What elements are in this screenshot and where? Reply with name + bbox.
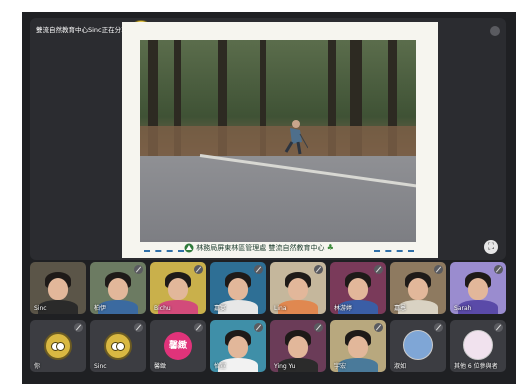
participant-name: Sinc [34,305,47,312]
person-figure [284,120,308,155]
owl-avatar [104,332,132,360]
participant-tile[interactable]: 馨緻 馨緻 [150,320,206,372]
mic-muted-icon [434,323,443,332]
slide-footer-text: 林務局屏東林區管理處 雙流自然教育中心 [196,244,325,252]
mic-muted-icon [434,265,443,274]
mic-muted-icon [374,265,383,274]
participant-tile[interactable]: Sinc [30,262,86,314]
forestry-logo-icon [184,243,194,253]
participant-tile[interactable]: 怡宣 [210,320,266,372]
participant-tile[interactable]: Ying Yu [270,320,326,372]
slide-footer-strip: 林務局屏東林區管理處 雙流自然教育中心 ♣ [122,242,438,258]
participant-tile-self[interactable]: 你 [30,320,86,372]
participant-tile[interactable]: Lina [270,262,326,314]
initials-avatar: 馨緻 [164,332,192,360]
fullscreen-icon[interactable]: ⛶ [484,240,498,254]
participant-name: 嘉恩 [394,305,407,312]
participant-name: 柏伊 [94,305,107,312]
owl-avatar [44,332,72,360]
mic-muted-icon [490,26,500,36]
participant-name: 馨緻 [154,363,167,370]
participant-tile[interactable]: 嘉恩 [390,262,446,314]
mic-muted-icon [134,265,143,274]
participant-name: Ying Yu [274,363,296,370]
participant-name: 林游婷 [334,305,353,312]
meeting-window: 雙流自然教育中心Sinc正在分享畫面 林務局屏東林區管理處 雙流自然教育中心 ♣… [22,12,516,384]
participant-name: 嘉宴 [214,305,227,312]
mic-muted-icon [254,323,263,332]
profile-avatar [403,330,433,360]
screenshot-frame: 雙流自然教育中心Sinc正在分享畫面 林務局屏東林區管理處 雙流自然教育中心 ♣… [0,0,518,389]
group-avatar [463,330,493,360]
shared-slide: 林務局屏東林區管理處 雙流自然教育中心 ♣ [122,22,438,258]
participant-name: Lina [274,305,287,312]
mic-muted-icon [494,265,503,274]
mic-muted-icon [134,323,143,332]
participant-name: Sarah [454,305,472,312]
participant-name: 淑如 [394,363,407,370]
mic-muted-icon [314,265,323,274]
participant-tile[interactable]: 林游婷 [330,262,386,314]
participant-tile[interactable]: 柏伊 [90,262,146,314]
mic-muted-icon [194,265,203,274]
participant-name: 你 [34,363,41,370]
participant-tile[interactable]: 宇宏 [330,320,386,372]
mic-muted-icon [374,323,383,332]
participant-name: 宇宏 [334,363,347,370]
participant-name: 其他 6 位參與者 [454,363,498,370]
mic-muted-icon [194,323,203,332]
participant-tile[interactable]: Sarah [450,262,506,314]
participant-name: 怡宣 [214,363,227,370]
participant-name: Sinc [94,363,107,370]
presentation-stage[interactable]: 雙流自然教育中心Sinc正在分享畫面 林務局屏東林區管理處 雙流自然教育中心 ♣… [30,18,506,260]
participant-tile[interactable]: 嘉宴 [210,262,266,314]
slide-photo [140,40,416,242]
tree-icon: ♣ [326,243,334,252]
participant-tile[interactable]: 淑如 [390,320,446,372]
mic-muted-icon [314,323,323,332]
other-participants-tile[interactable]: 其他 6 位參與者 [450,320,506,372]
mic-muted-icon [494,323,503,332]
participant-tile[interactable]: Bichu [150,262,206,314]
mic-muted-icon [254,265,263,274]
mic-muted-icon [74,323,83,332]
participant-tile[interactable]: Sinc [90,320,146,372]
participant-name: Bichu [154,305,171,312]
